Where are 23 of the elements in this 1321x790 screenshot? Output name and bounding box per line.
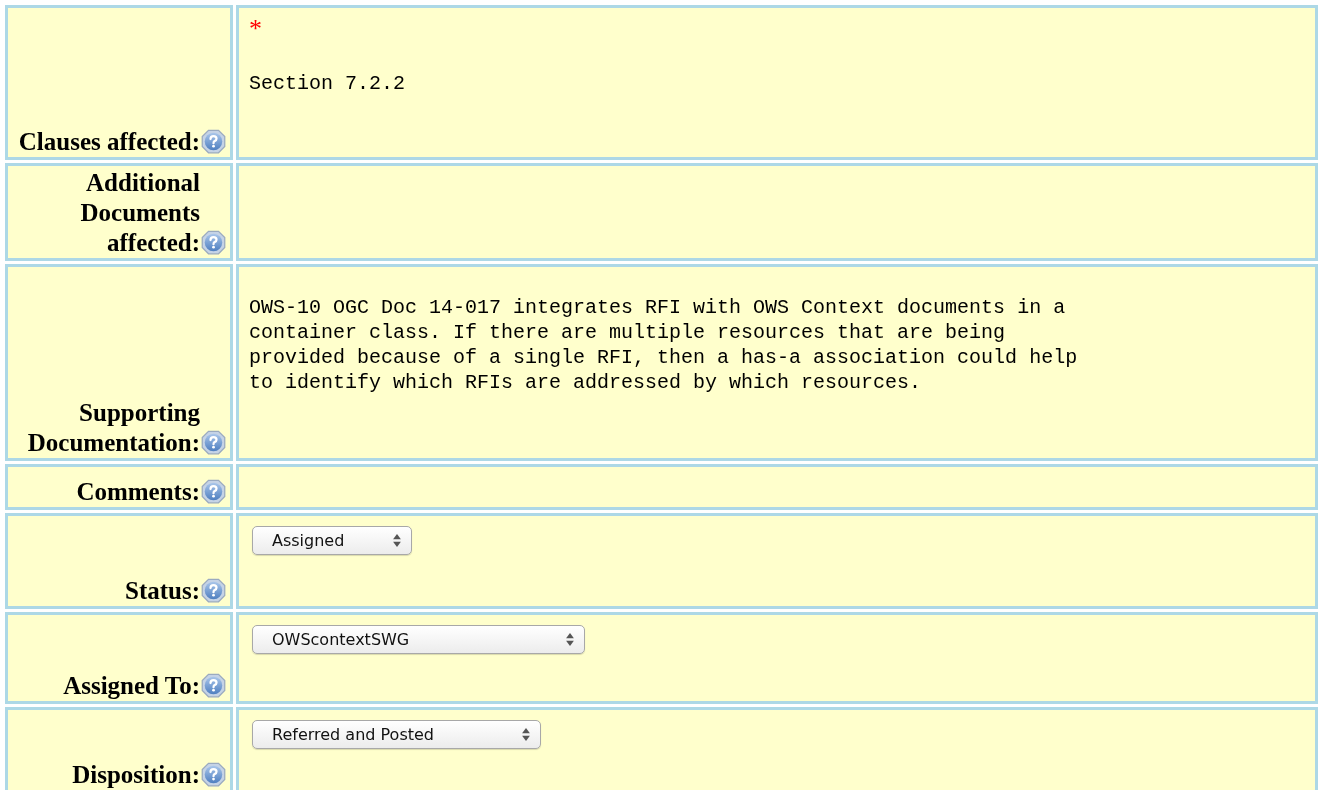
up-down-arrows-icon	[566, 633, 574, 646]
field-label: Clauses affected:	[18, 127, 200, 157]
help-icon[interactable]	[201, 578, 226, 603]
help-icon[interactable]	[201, 230, 226, 255]
dropdown-select[interactable]: OWScontextSWG	[252, 625, 585, 654]
field-value: Section 7.2.2	[249, 71, 407, 96]
help-icon[interactable]	[201, 129, 226, 154]
field-label: Status:	[125, 576, 200, 606]
dropdown-select[interactable]: Referred and Posted	[252, 720, 541, 749]
help-icon[interactable]	[201, 430, 226, 455]
field-label: Disposition:	[72, 760, 200, 790]
help-icon[interactable]	[201, 762, 226, 787]
dropdown-select[interactable]: Assigned	[252, 526, 412, 555]
help-icon[interactable]	[201, 479, 226, 504]
up-down-arrows-icon	[393, 534, 401, 547]
help-icon[interactable]	[201, 673, 226, 698]
field-label: Additional Documents affected:	[79, 168, 200, 258]
field-value: OWS-10 OGC Doc 14-017 integrates RFI with OWS Context documents in a container class. If there are multiple resources that are being provided because of a single RFI, then a has-a association could help to identify which RFIs are addressed by which resources.	[249, 295, 1079, 395]
field-label: Supporting Documentation:	[26, 398, 200, 458]
field-label: Assigned To:	[63, 671, 200, 701]
up-down-arrows-icon	[522, 728, 530, 741]
required-asterisk: *	[249, 16, 262, 41]
field-label: Comments:	[76, 477, 200, 507]
